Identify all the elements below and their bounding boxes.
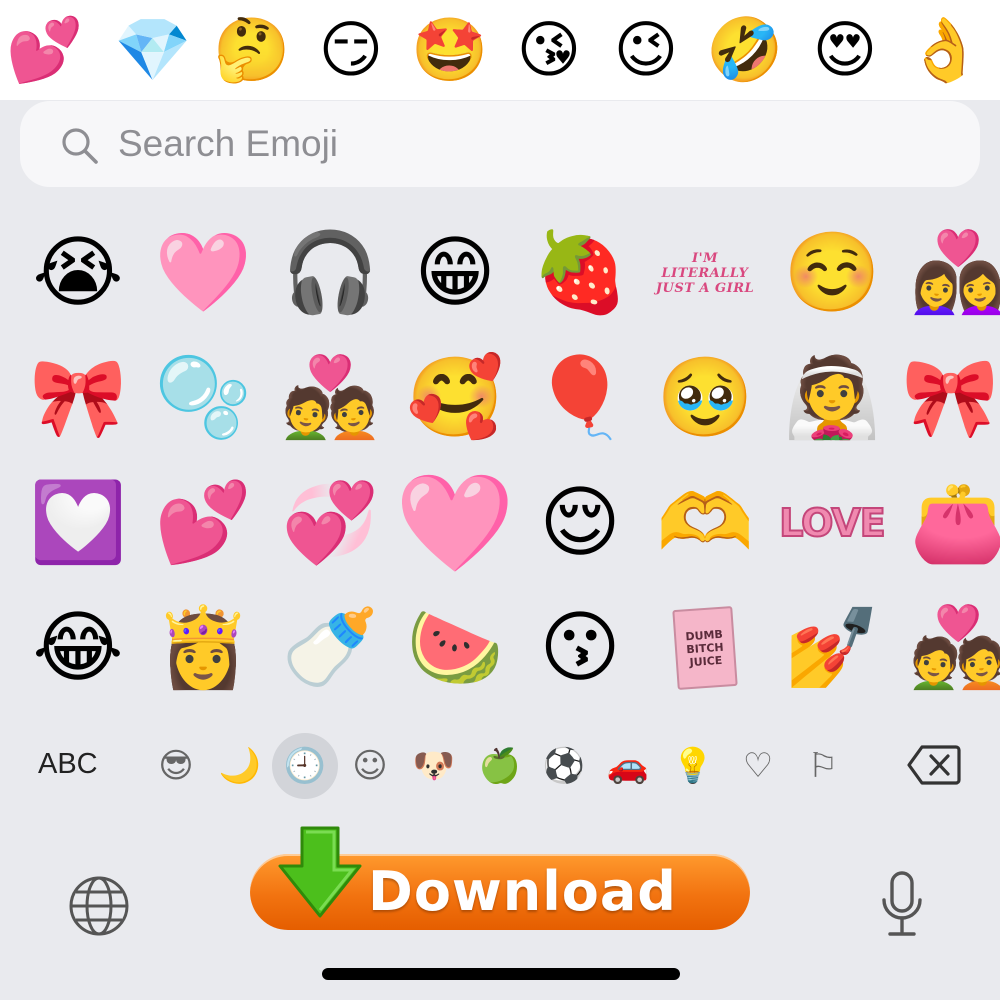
top-emoji[interactable]: 🤔 bbox=[212, 10, 292, 90]
smiley-category-icon[interactable]: ☺ bbox=[340, 736, 400, 796]
emoji-cell[interactable]: 🎧 bbox=[280, 218, 380, 328]
emoji-cell[interactable]: 😂 bbox=[28, 593, 128, 703]
emoji-cell[interactable]: 🎀 bbox=[28, 343, 128, 453]
emoji-cell[interactable]: 🫧 bbox=[153, 343, 253, 453]
emoji-cell[interactable]: 💑 bbox=[908, 593, 1000, 703]
emoji-cell[interactable]: 💅 bbox=[782, 593, 882, 703]
top-emoji[interactable]: 🤩 bbox=[410, 10, 490, 90]
emoji-cell[interactable]: 👸 bbox=[153, 593, 253, 703]
abc-key[interactable]: ABC bbox=[38, 744, 98, 784]
emoji-cell[interactable]: 👰 bbox=[782, 343, 882, 453]
top-emoji[interactable]: 😍 bbox=[805, 10, 885, 90]
sticker-love[interactable]: LOVE bbox=[778, 468, 887, 578]
smileys-people-category-icon[interactable]: 😎 bbox=[146, 736, 206, 796]
emoji-cell[interactable]: 🫶 bbox=[655, 468, 755, 578]
emoji-cell[interactable]: 💟 bbox=[28, 468, 128, 578]
emoji-cell[interactable]: 🍉 bbox=[405, 593, 505, 703]
flags-category-icon[interactable]: ⚐ bbox=[793, 736, 853, 796]
moon-category-icon[interactable]: 🌙 bbox=[210, 736, 270, 796]
emoji-cell[interactable]: 😭 bbox=[28, 218, 128, 328]
search-icon bbox=[62, 128, 98, 164]
emoji-cell[interactable]: 🩷 bbox=[395, 468, 515, 578]
search-emoji-field[interactable]: Search Emoji bbox=[20, 101, 980, 187]
top-emoji[interactable]: 💎 bbox=[113, 10, 193, 90]
food-category-icon[interactable]: 🍏 bbox=[470, 736, 530, 796]
sticker-just-a-girl[interactable]: I'M LITERALLY JUST A GIRL bbox=[655, 218, 755, 328]
download-arrow-icon bbox=[278, 826, 362, 918]
emoji-cell[interactable]: ☺️ bbox=[782, 218, 882, 328]
emoji-cell[interactable]: 😗 bbox=[530, 593, 630, 703]
animals-category-icon[interactable]: 🐶 bbox=[404, 736, 464, 796]
home-indicator[interactable] bbox=[322, 968, 680, 980]
activity-category-icon[interactable]: ⚽ bbox=[534, 736, 594, 796]
recent-clock-category-icon[interactable]: 🕘 bbox=[272, 733, 338, 799]
emoji-cell[interactable]: 👩‍❤️‍👩 bbox=[908, 218, 1000, 328]
download-label: Download bbox=[368, 860, 677, 923]
emoji-cell[interactable]: 👛 bbox=[908, 468, 1000, 578]
symbols-category-icon[interactable]: ♡ bbox=[728, 736, 788, 796]
objects-category-icon[interactable]: 💡 bbox=[663, 736, 723, 796]
top-emoji[interactable]: 😉 bbox=[606, 10, 686, 90]
top-emoji[interactable]: 😏 bbox=[311, 10, 391, 90]
search-placeholder: Search Emoji bbox=[118, 123, 339, 164]
emoji-cell[interactable]: 💑 bbox=[280, 343, 380, 453]
emoji-cell[interactable]: 💞 bbox=[280, 468, 380, 578]
travel-category-icon[interactable]: 🚗 bbox=[598, 736, 658, 796]
emoji-grid: 😭 🩷 🎧 😁 🍓 I'M LITERALLY JUST A GIRL ☺️ 👩… bbox=[0, 218, 1000, 708]
globe-icon[interactable] bbox=[68, 875, 130, 937]
emoji-cell[interactable]: 🥰 bbox=[405, 343, 505, 453]
top-emoji[interactable]: 🤣 bbox=[705, 10, 785, 90]
top-emoji[interactable]: 💕 bbox=[5, 10, 85, 90]
emoji-cell[interactable]: 😌 bbox=[530, 468, 630, 578]
top-emoji[interactable]: 👌 bbox=[905, 10, 985, 90]
emoji-cell[interactable]: 🍼 bbox=[280, 593, 380, 703]
emoji-category-bar: ABC 😎 🌙 🕘 ☺ 🐶 🍏 ⚽ 🚗 💡 ♡ ⚐ bbox=[0, 730, 1000, 800]
emoji-cell[interactable]: 🥹 bbox=[655, 343, 755, 453]
emoji-cell[interactable]: 😁 bbox=[405, 218, 505, 328]
backspace-icon[interactable] bbox=[906, 744, 962, 786]
recent-emoji-row: 💕 💎 🤔 😏 🤩 😘 😉 🤣 😍 👌 bbox=[0, 10, 1000, 90]
sticker-juice-box[interactable]: DUMB BITCH JUICE bbox=[655, 593, 755, 703]
emoji-cell[interactable]: 🩷 bbox=[153, 218, 253, 328]
emoji-cell[interactable]: 🎈 bbox=[530, 343, 630, 453]
emoji-cell[interactable]: 💕 bbox=[153, 468, 253, 578]
juice-box-label: DUMB BITCH JUICE bbox=[672, 606, 738, 690]
top-emoji[interactable]: 😘 bbox=[509, 10, 589, 90]
emoji-cell[interactable]: 🍓 bbox=[530, 218, 630, 328]
emoji-cell[interactable]: 🎀 bbox=[900, 343, 1000, 453]
microphone-icon[interactable] bbox=[880, 870, 924, 940]
